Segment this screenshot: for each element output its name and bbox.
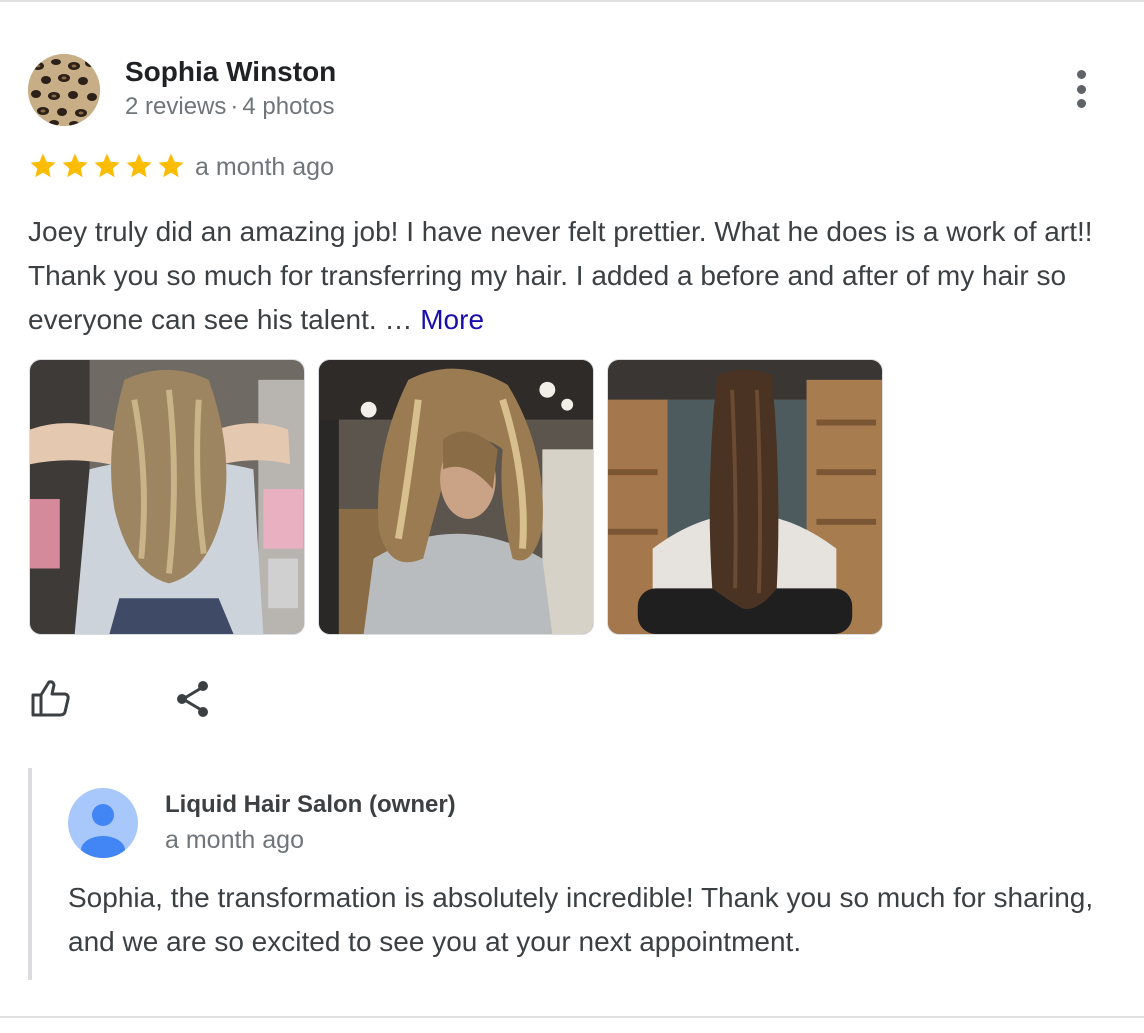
more-vertical-icon[interactable] <box>1060 66 1102 112</box>
owner-name: Liquid Hair Salon (owner) <box>165 791 456 818</box>
leopard-print-avatar-icon <box>28 54 100 126</box>
top-divider <box>0 0 1144 2</box>
star-rating <box>28 151 186 181</box>
photo-hair-back-straight-icon <box>608 360 882 634</box>
photo-hair-front-wavy-icon <box>319 360 593 634</box>
review-date: a month ago <box>195 153 334 181</box>
bottom-divider <box>0 1016 1144 1018</box>
photo-count: 4 photos <box>242 93 335 120</box>
star-icon <box>158 153 184 178</box>
thumbs-up-icon[interactable] <box>28 676 74 722</box>
reviewer-name[interactable]: Sophia Winston <box>125 56 336 88</box>
share-icon[interactable] <box>170 676 216 722</box>
meta-separator: · <box>230 93 239 120</box>
default-user-avatar-icon <box>68 788 138 858</box>
owner-reply-date: a month ago <box>165 826 304 854</box>
review-photo-1[interactable] <box>29 359 305 635</box>
more-link[interactable]: More <box>420 304 484 335</box>
reviewer-meta: 2 reviews · 4 photos <box>125 93 334 121</box>
star-icon <box>62 153 88 178</box>
review-photo-3[interactable] <box>607 359 883 635</box>
review-text: Joey truly did an amazing job! I have ne… <box>28 210 1123 342</box>
photo-hair-back-arms-raised-icon <box>30 360 304 634</box>
owner-reply-text: Sophia, the transformation is absolutely… <box>68 882 1094 957</box>
star-icon <box>30 153 56 178</box>
review-body: Joey truly did an amazing job! I have ne… <box>28 216 1093 335</box>
reviewer-avatar[interactable] <box>28 54 100 126</box>
review-photo-2[interactable] <box>318 359 594 635</box>
star-icon <box>126 153 152 178</box>
review-count: 2 reviews <box>125 93 227 120</box>
star-icon <box>94 153 120 178</box>
